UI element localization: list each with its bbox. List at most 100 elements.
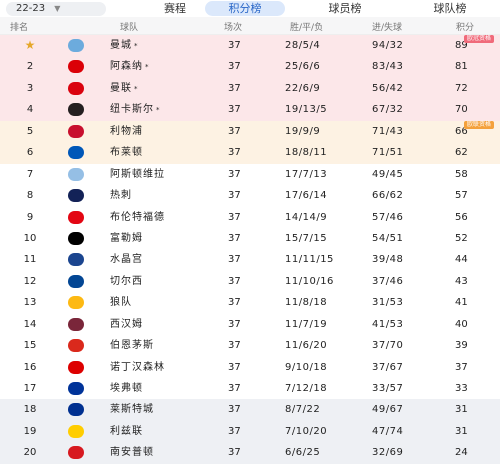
team-crest-icon (68, 39, 84, 52)
table-row[interactable]: ★ 曼城 * 37 28/5/4 94/32 89 欧冠资格 (0, 35, 500, 57)
team-name[interactable]: 富勒姆 (110, 228, 143, 249)
team-name[interactable]: 阿森纳 * (110, 56, 150, 77)
team-name[interactable]: 伯恩茅斯 (110, 335, 154, 356)
wdl-cell: 18/8/11 (285, 147, 328, 159)
team-name[interactable]: 埃弗顿 (110, 378, 143, 399)
points-cell: 57 (455, 190, 468, 202)
team-name[interactable]: 莱斯特城 (110, 399, 154, 420)
team-name[interactable]: 热刺 (110, 185, 132, 206)
table-row[interactable]: 14 西汉姆 37 11/7/19 41/53 40 (0, 313, 500, 336)
team-name[interactable]: 利兹联 (110, 421, 143, 442)
header-points: 积分 (456, 23, 475, 33)
team-name[interactable]: 布伦特福德 (110, 207, 165, 228)
table-row[interactable]: 2 阿森纳 * 37 25/6/6 83/43 81 (0, 56, 500, 78)
points-cell: 72 (455, 82, 468, 94)
goals-cell: 41/53 (372, 318, 404, 330)
points-cell: 41 (455, 297, 468, 309)
team-crest-icon (68, 317, 84, 331)
tab-standings[interactable]: 积分榜 (205, 1, 285, 16)
goals-cell: 37/70 (372, 340, 404, 352)
rank-cell: 10 (23, 232, 37, 244)
table-row[interactable]: 17 埃弗顿 37 7/12/18 33/57 33 (0, 378, 500, 400)
team-name[interactable]: 阿斯顿维拉 (110, 164, 165, 185)
table-row[interactable]: 18 莱斯特城 37 8/7/22 49/67 31 (0, 399, 500, 421)
points-cell: 52 (455, 232, 468, 244)
tab-schedule[interactable]: 赛程 (140, 1, 210, 16)
table-row[interactable]: 12 切尔西 37 11/10/16 37/46 43 (0, 270, 500, 293)
rank-cell: 5 (26, 125, 34, 137)
goals-cell: 83/43 (372, 61, 404, 73)
goals-cell: 66/62 (372, 190, 404, 202)
goals-cell: 54/51 (372, 232, 404, 244)
table-row[interactable]: 4 纽卡斯尔 * 37 19/13/5 67/32 70 (0, 99, 500, 121)
table-row[interactable]: 15 伯恩茅斯 37 11/6/20 37/70 39 (0, 335, 500, 357)
wdl-cell: 6/6/25 (285, 447, 321, 459)
team-name[interactable]: 利物浦 (110, 121, 143, 142)
team-crest-icon (68, 60, 84, 74)
table-row[interactable]: 13 狼队 37 11/8/18 31/53 41 (0, 292, 500, 314)
table-row[interactable]: 10 富勒姆 37 15/7/15 54/51 52 (0, 227, 500, 250)
rank-cell: 14 (23, 318, 37, 330)
team-name[interactable]: 曼联 * (110, 78, 139, 99)
points-cell: 62 (455, 147, 468, 159)
played-cell: 37 (228, 232, 241, 244)
team-crest-icon (68, 424, 84, 438)
rank-cell: 19 (23, 425, 37, 437)
team-name[interactable]: 布莱顿 (110, 142, 143, 163)
header-goals: 进/失球 (372, 23, 403, 33)
table-row[interactable]: 9 布伦特福德 37 14/14/9 57/46 56 (0, 206, 500, 228)
table-row[interactable]: 11 水晶宫 37 11/11/15 39/48 44 (0, 249, 500, 271)
team-name[interactable]: 曼城 * (110, 35, 139, 56)
team-name[interactable]: 南安普顿 (110, 442, 154, 463)
rank-cell: 16 (23, 361, 37, 373)
goals-cell: 37/46 (372, 275, 404, 287)
points-cell: 31 (455, 404, 468, 416)
wdl-cell: 14/14/9 (285, 211, 328, 223)
table-row[interactable]: 20 南安普顿 37 6/6/25 32/69 24 (0, 442, 500, 464)
table-header: 排名 球队 场次 胜/平/负 进/失球 积分 (0, 17, 500, 35)
played-cell: 37 (228, 190, 241, 202)
table-row[interactable]: 5 利物浦 37 19/9/9 71/43 66 欧联资格 (0, 120, 500, 143)
header-wdl: 胜/平/负 (290, 23, 324, 33)
tab-player-stats[interactable]: 球员榜 (310, 1, 380, 16)
tab-team-stats[interactable]: 球队榜 (415, 1, 485, 16)
played-cell: 37 (228, 425, 241, 437)
star-marker: * (145, 63, 150, 72)
wdl-cell: 11/6/20 (285, 340, 328, 352)
team-crest-icon (68, 296, 84, 310)
wdl-cell: 9/10/18 (285, 361, 328, 373)
table-row[interactable]: 7 阿斯顿维拉 37 17/7/13 49/45 58 (0, 163, 500, 186)
rank-cell: 9 (26, 211, 34, 223)
season-selector[interactable]: 22-23 ▼ (6, 2, 106, 16)
wdl-cell: 11/10/16 (285, 275, 334, 287)
rank-cell: 20 (23, 447, 37, 459)
points-cell: 58 (455, 168, 468, 180)
wdl-cell: 8/7/22 (285, 404, 321, 416)
goals-cell: 56/42 (372, 82, 404, 94)
points-cell: 44 (455, 254, 468, 266)
wdl-cell: 22/6/9 (285, 82, 321, 94)
team-name[interactable]: 西汉姆 (110, 314, 143, 335)
table-row[interactable]: 8 热刺 37 17/6/14 66/62 57 (0, 185, 500, 207)
team-name[interactable]: 切尔西 (110, 271, 143, 292)
table-row[interactable]: 19 利兹联 37 7/10/20 47/74 31 (0, 420, 500, 443)
wdl-cell: 28/5/4 (285, 40, 321, 51)
points-cell: 40 (455, 318, 468, 330)
played-cell: 37 (228, 40, 241, 51)
rank-cell: 7 (26, 168, 34, 180)
played-cell: 37 (228, 211, 241, 223)
played-cell: 37 (228, 82, 241, 94)
table-row[interactable]: 16 诺丁汉森林 37 9/10/18 37/67 37 (0, 356, 500, 378)
star-marker: * (156, 106, 161, 115)
team-name[interactable]: 纽卡斯尔 * (110, 99, 161, 120)
table-row[interactable]: 3 曼联 * 37 22/6/9 56/42 72 (0, 77, 500, 100)
team-name[interactable]: 水晶宫 (110, 249, 143, 270)
goals-cell: 94/32 (372, 40, 404, 51)
played-cell: 37 (228, 297, 241, 309)
team-name[interactable]: 狼队 (110, 292, 132, 313)
team-name[interactable]: 诺丁汉森林 (110, 357, 165, 378)
wdl-cell: 11/11/15 (285, 254, 334, 266)
header-played: 场次 (224, 23, 243, 33)
rank-cell: 6 (26, 147, 34, 159)
table-row[interactable]: 6 布莱顿 37 18/8/11 71/51 62 (0, 142, 500, 164)
